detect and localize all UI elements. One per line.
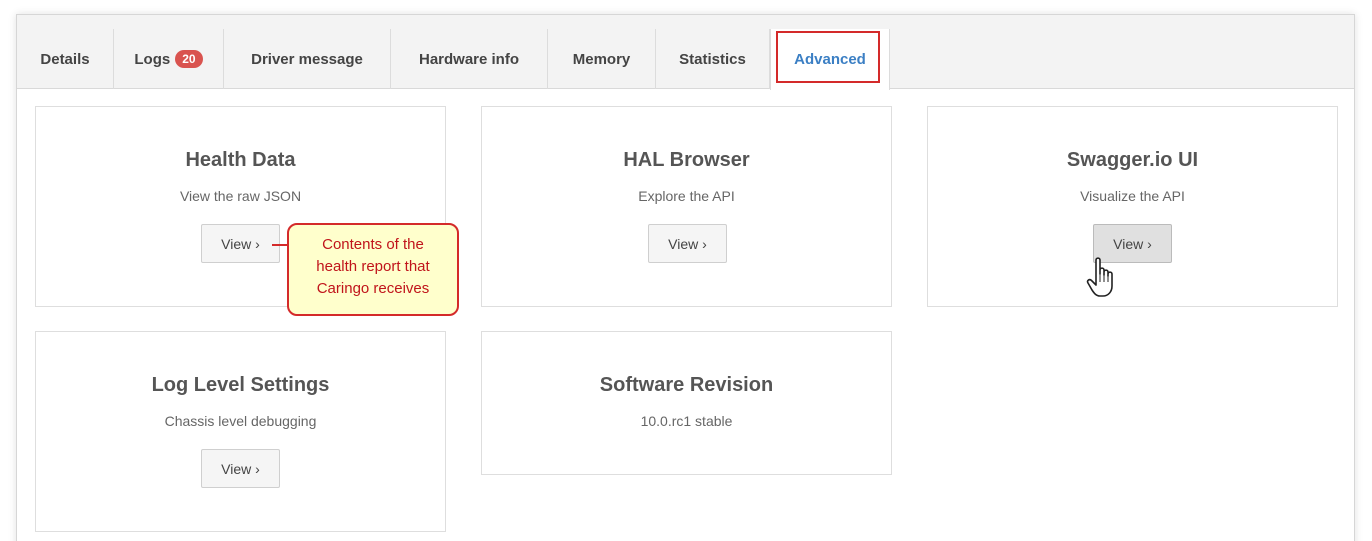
- health-data-view-button[interactable]: View ›: [201, 224, 280, 263]
- card-swagger-ui: Swagger.io UI Visualize the API View ›: [927, 106, 1338, 307]
- card-title: Log Level Settings: [151, 374, 330, 396]
- card-subtitle: View the raw JSON: [179, 188, 302, 204]
- tab-driver-message[interactable]: Driver message: [224, 29, 391, 89]
- tab-label: Logs: [134, 50, 171, 68]
- card-hal-browser: HAL Browser Explore the API View ›: [481, 106, 892, 307]
- callout-annotation: Contents of the health report that Carin…: [287, 223, 459, 316]
- card-title: Health Data: [185, 149, 296, 171]
- logs-count-badge: 20: [175, 50, 203, 68]
- tab-statistics[interactable]: Statistics: [656, 29, 770, 89]
- tab-label: Statistics: [679, 50, 746, 68]
- tab-hardware-info[interactable]: Hardware info: [391, 29, 548, 89]
- card-subtitle: Visualize the API: [1080, 188, 1185, 204]
- callout-pointer: [272, 244, 287, 246]
- tab-bar: Details Logs 20 Driver message Hardware …: [17, 15, 1354, 90]
- tab-advanced[interactable]: Advanced: [770, 29, 890, 90]
- hand-pointer-icon: [1086, 257, 1113, 297]
- card-title: HAL Browser: [623, 149, 750, 171]
- callout-line: health report that: [316, 258, 430, 275]
- software-version-text: 10.0.rc1 stable: [640, 413, 733, 429]
- callout-line: Contents of the: [322, 236, 424, 253]
- tab-label: Details: [40, 50, 90, 68]
- log-level-view-button[interactable]: View ›: [201, 449, 280, 488]
- card-title: Swagger.io UI: [1066, 149, 1199, 171]
- tab-label: Driver message: [251, 50, 363, 68]
- tab-memory[interactable]: Memory: [548, 29, 656, 89]
- hal-browser-view-button[interactable]: View ›: [648, 224, 727, 263]
- tab-label: Hardware info: [418, 50, 520, 68]
- tab-logs[interactable]: Logs 20: [114, 29, 224, 89]
- tab-label: Memory: [572, 50, 631, 68]
- tab-details[interactable]: Details: [17, 29, 114, 89]
- callout-line: Caringo receives: [316, 280, 430, 297]
- tab-label: Advanced: [794, 51, 866, 68]
- card-software-revision: Software Revision 10.0.rc1 stable: [481, 331, 892, 475]
- card-log-level-settings: Log Level Settings Chassis level debuggi…: [35, 331, 446, 532]
- card-subtitle: Chassis level debugging: [164, 413, 317, 429]
- card-subtitle: Explore the API: [638, 188, 735, 204]
- card-title: Software Revision: [599, 374, 774, 396]
